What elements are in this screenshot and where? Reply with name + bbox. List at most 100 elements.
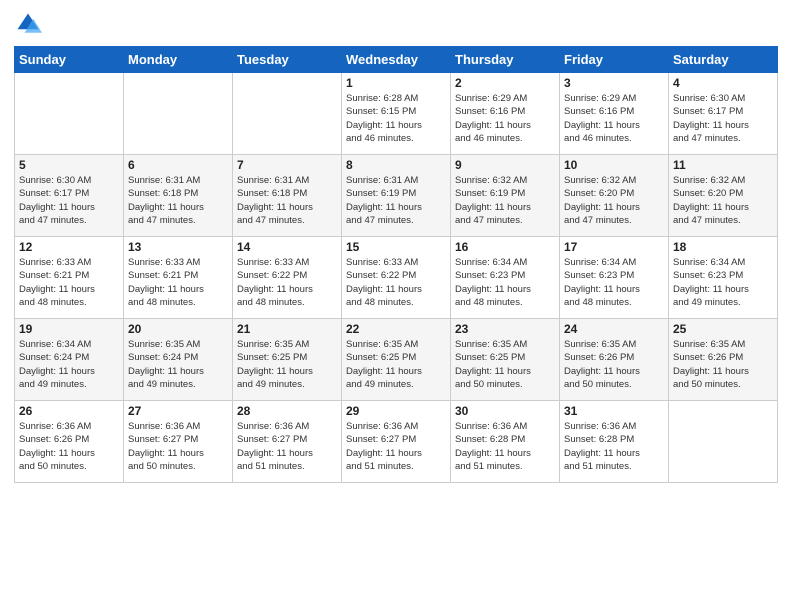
calendar-cell: 4 Sunrise: 6:30 AM Sunset: 6:17 PM Daylig… bbox=[669, 73, 778, 155]
day-number: 11 bbox=[673, 158, 773, 172]
day-info: Sunrise: 6:28 AM Sunset: 6:15 PM Dayligh… bbox=[346, 92, 446, 145]
calendar-cell bbox=[15, 73, 124, 155]
day-number: 27 bbox=[128, 404, 228, 418]
calendar-cell: 12 Sunrise: 6:33 AM Sunset: 6:21 PM Dayli… bbox=[15, 237, 124, 319]
day-info: Sunrise: 6:34 AM Sunset: 6:23 PM Dayligh… bbox=[455, 256, 555, 309]
day-number: 19 bbox=[19, 322, 119, 336]
day-info: Sunrise: 6:33 AM Sunset: 6:21 PM Dayligh… bbox=[128, 256, 228, 309]
day-info: Sunrise: 6:35 AM Sunset: 6:25 PM Dayligh… bbox=[455, 338, 555, 391]
weekday-wednesday: Wednesday bbox=[342, 47, 451, 73]
page: SundayMondayTuesdayWednesdayThursdayFrid… bbox=[0, 0, 792, 612]
weekday-tuesday: Tuesday bbox=[233, 47, 342, 73]
day-info: Sunrise: 6:36 AM Sunset: 6:27 PM Dayligh… bbox=[128, 420, 228, 473]
day-number: 31 bbox=[564, 404, 664, 418]
calendar-cell: 11 Sunrise: 6:32 AM Sunset: 6:20 PM Dayli… bbox=[669, 155, 778, 237]
day-info: Sunrise: 6:36 AM Sunset: 6:27 PM Dayligh… bbox=[237, 420, 337, 473]
calendar-cell bbox=[124, 73, 233, 155]
day-info: Sunrise: 6:36 AM Sunset: 6:27 PM Dayligh… bbox=[346, 420, 446, 473]
day-info: Sunrise: 6:29 AM Sunset: 6:16 PM Dayligh… bbox=[455, 92, 555, 145]
calendar-cell: 18 Sunrise: 6:34 AM Sunset: 6:23 PM Dayli… bbox=[669, 237, 778, 319]
day-info: Sunrise: 6:32 AM Sunset: 6:20 PM Dayligh… bbox=[673, 174, 773, 227]
day-number: 5 bbox=[19, 158, 119, 172]
calendar-cell: 16 Sunrise: 6:34 AM Sunset: 6:23 PM Dayli… bbox=[451, 237, 560, 319]
day-info: Sunrise: 6:30 AM Sunset: 6:17 PM Dayligh… bbox=[673, 92, 773, 145]
day-number: 29 bbox=[346, 404, 446, 418]
day-info: Sunrise: 6:32 AM Sunset: 6:19 PM Dayligh… bbox=[455, 174, 555, 227]
calendar-week-5: 26 Sunrise: 6:36 AM Sunset: 6:26 PM Dayli… bbox=[15, 401, 778, 483]
calendar-cell: 30 Sunrise: 6:36 AM Sunset: 6:28 PM Dayli… bbox=[451, 401, 560, 483]
day-info: Sunrise: 6:31 AM Sunset: 6:18 PM Dayligh… bbox=[128, 174, 228, 227]
day-number: 28 bbox=[237, 404, 337, 418]
day-number: 16 bbox=[455, 240, 555, 254]
day-info: Sunrise: 6:35 AM Sunset: 6:26 PM Dayligh… bbox=[564, 338, 664, 391]
weekday-saturday: Saturday bbox=[669, 47, 778, 73]
day-number: 21 bbox=[237, 322, 337, 336]
calendar-cell: 22 Sunrise: 6:35 AM Sunset: 6:25 PM Dayli… bbox=[342, 319, 451, 401]
day-number: 7 bbox=[237, 158, 337, 172]
day-number: 13 bbox=[128, 240, 228, 254]
day-info: Sunrise: 6:36 AM Sunset: 6:26 PM Dayligh… bbox=[19, 420, 119, 473]
day-info: Sunrise: 6:36 AM Sunset: 6:28 PM Dayligh… bbox=[564, 420, 664, 473]
calendar-week-3: 12 Sunrise: 6:33 AM Sunset: 6:21 PM Dayli… bbox=[15, 237, 778, 319]
weekday-sunday: Sunday bbox=[15, 47, 124, 73]
day-number: 18 bbox=[673, 240, 773, 254]
day-number: 14 bbox=[237, 240, 337, 254]
day-info: Sunrise: 6:36 AM Sunset: 6:28 PM Dayligh… bbox=[455, 420, 555, 473]
calendar-cell: 28 Sunrise: 6:36 AM Sunset: 6:27 PM Dayli… bbox=[233, 401, 342, 483]
calendar-cell: 5 Sunrise: 6:30 AM Sunset: 6:17 PM Daylig… bbox=[15, 155, 124, 237]
weekday-thursday: Thursday bbox=[451, 47, 560, 73]
calendar-cell: 14 Sunrise: 6:33 AM Sunset: 6:22 PM Dayli… bbox=[233, 237, 342, 319]
calendar-cell: 6 Sunrise: 6:31 AM Sunset: 6:18 PM Daylig… bbox=[124, 155, 233, 237]
calendar-cell: 19 Sunrise: 6:34 AM Sunset: 6:24 PM Dayli… bbox=[15, 319, 124, 401]
calendar-week-1: 1 Sunrise: 6:28 AM Sunset: 6:15 PM Daylig… bbox=[15, 73, 778, 155]
weekday-friday: Friday bbox=[560, 47, 669, 73]
day-number: 26 bbox=[19, 404, 119, 418]
day-info: Sunrise: 6:32 AM Sunset: 6:20 PM Dayligh… bbox=[564, 174, 664, 227]
calendar-cell: 17Sunrise: 6:34 AM Sunset: 6:23 PM Dayli… bbox=[560, 237, 669, 319]
day-info: Sunrise: 6:35 AM Sunset: 6:24 PM Dayligh… bbox=[128, 338, 228, 391]
weekday-monday: Monday bbox=[124, 47, 233, 73]
day-number: 24 bbox=[564, 322, 664, 336]
day-number: 30 bbox=[455, 404, 555, 418]
day-info: Sunrise: 6:35 AM Sunset: 6:25 PM Dayligh… bbox=[237, 338, 337, 391]
calendar: SundayMondayTuesdayWednesdayThursdayFrid… bbox=[14, 46, 778, 483]
calendar-cell: 25 Sunrise: 6:35 AM Sunset: 6:26 PM Dayli… bbox=[669, 319, 778, 401]
day-info: Sunrise: 6:33 AM Sunset: 6:21 PM Dayligh… bbox=[19, 256, 119, 309]
calendar-cell: 29 Sunrise: 6:36 AM Sunset: 6:27 PM Dayli… bbox=[342, 401, 451, 483]
day-number: 20 bbox=[128, 322, 228, 336]
calendar-cell: 9 Sunrise: 6:32 AM Sunset: 6:19 PM Daylig… bbox=[451, 155, 560, 237]
calendar-cell: 20 Sunrise: 6:35 AM Sunset: 6:24 PM Dayli… bbox=[124, 319, 233, 401]
logo bbox=[14, 10, 46, 38]
calendar-cell: 15Sunrise: 6:33 AM Sunset: 6:22 PM Dayli… bbox=[342, 237, 451, 319]
day-info: Sunrise: 6:35 AM Sunset: 6:25 PM Dayligh… bbox=[346, 338, 446, 391]
calendar-cell: 7Sunrise: 6:31 AM Sunset: 6:18 PM Daylig… bbox=[233, 155, 342, 237]
day-number: 6 bbox=[128, 158, 228, 172]
day-number: 22 bbox=[346, 322, 446, 336]
calendar-cell bbox=[233, 73, 342, 155]
day-info: Sunrise: 6:33 AM Sunset: 6:22 PM Dayligh… bbox=[346, 256, 446, 309]
day-number: 12 bbox=[19, 240, 119, 254]
day-info: Sunrise: 6:31 AM Sunset: 6:19 PM Dayligh… bbox=[346, 174, 446, 227]
day-info: Sunrise: 6:34 AM Sunset: 6:24 PM Dayligh… bbox=[19, 338, 119, 391]
calendar-cell: 27 Sunrise: 6:36 AM Sunset: 6:27 PM Dayli… bbox=[124, 401, 233, 483]
day-info: Sunrise: 6:35 AM Sunset: 6:26 PM Dayligh… bbox=[673, 338, 773, 391]
calendar-cell: 26 Sunrise: 6:36 AM Sunset: 6:26 PM Dayli… bbox=[15, 401, 124, 483]
day-number: 2 bbox=[455, 76, 555, 90]
calendar-cell: 10 Sunrise: 6:32 AM Sunset: 6:20 PM Dayli… bbox=[560, 155, 669, 237]
calendar-cell: 23 Sunrise: 6:35 AM Sunset: 6:25 PM Dayli… bbox=[451, 319, 560, 401]
calendar-week-4: 19 Sunrise: 6:34 AM Sunset: 6:24 PM Dayli… bbox=[15, 319, 778, 401]
calendar-cell: 1 Sunrise: 6:28 AM Sunset: 6:15 PM Daylig… bbox=[342, 73, 451, 155]
day-number: 8 bbox=[346, 158, 446, 172]
day-info: Sunrise: 6:30 AM Sunset: 6:17 PM Dayligh… bbox=[19, 174, 119, 227]
day-number: 10 bbox=[564, 158, 664, 172]
calendar-cell: 8 Sunrise: 6:31 AM Sunset: 6:19 PM Daylig… bbox=[342, 155, 451, 237]
calendar-cell: 13 Sunrise: 6:33 AM Sunset: 6:21 PM Dayli… bbox=[124, 237, 233, 319]
day-number: 9 bbox=[455, 158, 555, 172]
day-number: 1 bbox=[346, 76, 446, 90]
day-info: Sunrise: 6:33 AM Sunset: 6:22 PM Dayligh… bbox=[237, 256, 337, 309]
day-number: 23 bbox=[455, 322, 555, 336]
day-number: 4 bbox=[673, 76, 773, 90]
calendar-cell: 31 Sunrise: 6:36 AM Sunset: 6:28 PM Dayli… bbox=[560, 401, 669, 483]
day-info: Sunrise: 6:34 AM Sunset: 6:23 PM Dayligh… bbox=[673, 256, 773, 309]
day-number: 25 bbox=[673, 322, 773, 336]
